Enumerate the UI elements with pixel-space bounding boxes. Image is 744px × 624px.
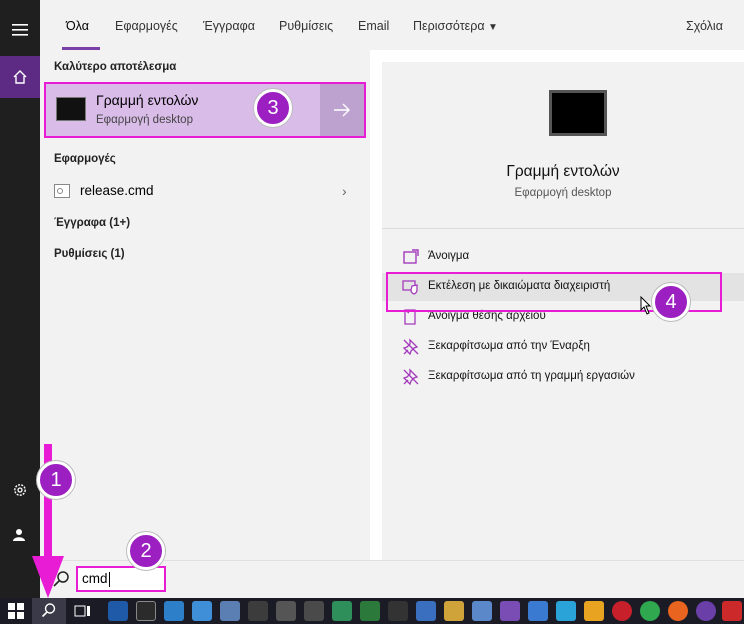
chrome-icon[interactable] — [640, 601, 660, 621]
documents-header[interactable]: Έγγραφα (1+) — [54, 217, 130, 229]
mouse-cursor-icon — [640, 296, 652, 315]
best-match-header: Καλύτερο αποτέλεσμα — [54, 61, 177, 73]
app-icon[interactable] — [722, 601, 742, 621]
hamburger-icon — [12, 24, 28, 36]
list-item[interactable]: release.cmd › — [40, 176, 370, 206]
user-icon — [13, 529, 25, 541]
gear-icon — [14, 484, 26, 496]
unpin-icon — [402, 368, 419, 386]
opera-icon[interactable] — [612, 601, 632, 621]
step-badge-2: 2 — [127, 532, 165, 570]
tab-more-label: Περισσότερα — [413, 19, 485, 33]
app-icon[interactable] — [416, 601, 436, 621]
calculator-icon[interactable] — [304, 601, 324, 621]
action-label: Ξεκαρφίτσωμα από τη γραμμή εργασιών — [428, 370, 635, 382]
taskbar-search-button[interactable] — [32, 598, 66, 624]
taskbar — [0, 598, 744, 624]
app-icon[interactable] — [164, 601, 184, 621]
tab-settings[interactable]: Ρυθμίσεις — [279, 19, 333, 33]
text-caret — [108, 571, 110, 587]
hamburger-menu-button[interactable] — [0, 10, 40, 50]
action-open[interactable]: Άνοιγμα — [382, 243, 744, 271]
apps-header: Εφαρμογές — [54, 153, 116, 165]
search-icon — [41, 603, 56, 618]
arrow-right-icon — [334, 103, 350, 117]
search-input-value: cmd — [82, 571, 108, 586]
task-view-icon[interactable] — [74, 603, 92, 619]
firefox-icon[interactable] — [668, 601, 688, 621]
open-icon — [403, 249, 419, 264]
search-tabs: Όλα Εφαρμογές Έγγραφα Ρυθμίσεις Email Πε… — [40, 0, 744, 50]
powershell-icon[interactable] — [108, 601, 128, 621]
preview-title: Γραμμή εντολών — [506, 163, 620, 180]
tab-more[interactable]: Περισσότερα ▼ — [413, 19, 498, 33]
home-button[interactable] — [0, 56, 40, 98]
cmd-app-icon — [56, 97, 86, 121]
caret-down-icon: ▼ — [488, 22, 498, 33]
results-panel: Καλύτερο αποτέλεσμα Γραμμή εντολών Εφαρμ… — [40, 50, 370, 560]
store-icon[interactable] — [248, 601, 268, 621]
gear-icon[interactable] — [276, 601, 296, 621]
cmd-script-icon — [54, 184, 70, 198]
unpin-icon — [402, 338, 419, 356]
chevron-right-icon: › — [342, 183, 347, 199]
app-icon[interactable] — [388, 601, 408, 621]
expand-arrow-button[interactable] — [320, 84, 364, 136]
step-badge-3: 3 — [254, 89, 292, 127]
list-item-label: release.cmd — [80, 183, 154, 198]
step-badge-4: 4 — [652, 283, 690, 321]
best-match-subtitle: Εφαρμογή desktop — [96, 114, 193, 126]
app-icon[interactable] — [332, 601, 352, 621]
cmd-taskbar-icon[interactable] — [136, 601, 156, 621]
tab-email[interactable]: Email — [358, 19, 389, 33]
app-icon[interactable] — [584, 601, 604, 621]
action-unpin-start[interactable]: Ξεκαρφίτσωμα από την Έναρξη — [382, 333, 744, 361]
feedback-link[interactable]: Σχόλια — [686, 19, 723, 33]
best-match-title: Γραμμή εντολών — [96, 92, 199, 108]
action-label: Άνοιγμα — [428, 250, 470, 262]
home-icon — [13, 70, 27, 84]
settings-header[interactable]: Ρυθμίσεις (1) — [54, 248, 125, 260]
viber-icon[interactable] — [500, 601, 520, 621]
divider — [382, 228, 744, 229]
search-input[interactable]: cmd — [76, 566, 166, 592]
cmd-app-large-icon — [549, 90, 607, 136]
action-unpin-taskbar[interactable]: Ξεκαρφίτσωμα από τη γραμμή εργασιών — [382, 363, 744, 391]
app-icon[interactable] — [220, 601, 240, 621]
preview-subtitle: Εφαρμογή desktop — [514, 187, 612, 199]
app-icon[interactable] — [696, 601, 716, 621]
windows-logo-icon[interactable] — [8, 603, 24, 619]
app-icon[interactable] — [360, 601, 380, 621]
action-label: Ξεκαρφίτσωμα από την Έναρξη — [428, 340, 590, 352]
app-icon[interactable] — [192, 601, 212, 621]
app-icon[interactable] — [472, 601, 492, 621]
app-icon[interactable] — [556, 601, 576, 621]
tab-apps[interactable]: Εφαρμογές — [115, 19, 178, 33]
best-match-item[interactable]: Γραμμή εντολών Εφαρμογή desktop — [44, 82, 366, 138]
tab-all[interactable]: Όλα — [66, 19, 89, 33]
step-badge-1: 1 — [37, 461, 75, 499]
tab-documents[interactable]: Έγγραφα — [203, 19, 255, 33]
folder-icon[interactable] — [444, 601, 464, 621]
app-icon[interactable] — [528, 601, 548, 621]
